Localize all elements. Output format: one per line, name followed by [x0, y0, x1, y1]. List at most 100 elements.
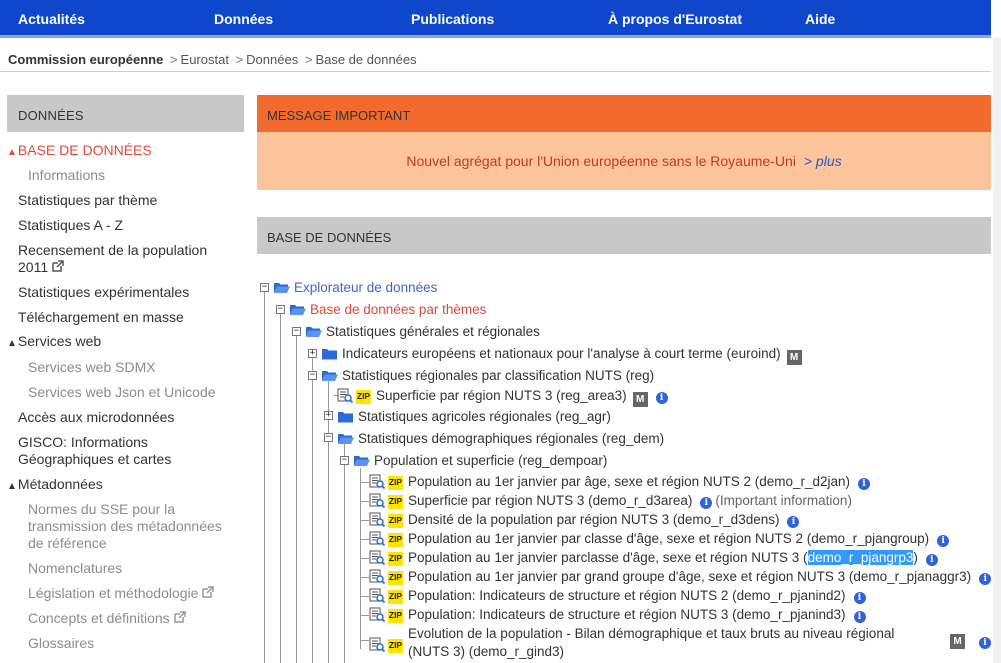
sidebar-item-gisco[interactable]: GISCO: Informations — [18, 434, 148, 451]
dataset-gind3[interactable]: ZIP Evolution de la population - Bilan dé… — [369, 625, 894, 661]
sidebar-item-services-web[interactable]: ▲Services web — [7, 333, 101, 352]
sidebar-item-experimentales[interactable]: Statistiques expérimentales — [18, 284, 189, 301]
tree-node-explorer[interactable]: Explorateur de données — [273, 279, 437, 297]
sidebar-item-recensement-cont[interactable]: 2011 — [18, 259, 64, 276]
collapse-toggle[interactable]: − — [308, 371, 317, 380]
breadcrumb-divider — [0, 71, 991, 72]
zip-download-icon[interactable]: ZIP — [388, 590, 403, 604]
info-icon[interactable]: i — [655, 392, 668, 404]
tree-guide — [344, 444, 345, 663]
breadcrumb-home[interactable]: Commission européenne — [8, 52, 163, 67]
vertical-scrollbar[interactable] — [993, 38, 1001, 663]
sidebar-item-sdmx[interactable]: Services web SDMX — [28, 359, 156, 376]
info-icon[interactable]: i — [700, 497, 713, 509]
expand-toggle[interactable]: + — [308, 349, 317, 358]
dataset-pjanind2[interactable]: ZIP Population: Indicateurs de structure … — [369, 587, 866, 605]
dataset-d2jan[interactable]: ZIP Population au 1er janvier par âge, se… — [369, 473, 871, 491]
caret-up-icon: ▲ — [7, 481, 17, 492]
collapse-toggle[interactable]: − — [260, 283, 269, 292]
folder-closed-icon — [338, 412, 353, 423]
breadcrumb-eurostat[interactable]: Eurostat — [181, 52, 229, 67]
tree-node-by-theme[interactable]: Base de données par thèmes — [289, 301, 486, 319]
breadcrumb-donnees[interactable]: Données — [246, 52, 298, 67]
nav-aide[interactable]: Aide — [805, 11, 835, 27]
sidebar-item-stat-theme[interactable]: Statistiques par thème — [18, 192, 157, 209]
metadata-icon[interactable]: M — [632, 392, 648, 407]
dataset-d3area[interactable]: ZIP Superficie par région NUTS 3 (demo_r_… — [369, 492, 852, 510]
sidebar-item-metadonnees[interactable]: ▲Métadonnées — [7, 476, 103, 495]
tree-node-label: Superficie par région NUTS 3 (demo_r_d3a… — [408, 493, 693, 508]
tree-node-reg-dem[interactable]: Statistiques démographiques régionales (… — [337, 430, 664, 448]
dataset-d3dens[interactable]: ZIP Densité de la population par région N… — [369, 511, 800, 529]
dataset-icon — [369, 512, 385, 527]
info-icon[interactable]: i — [979, 637, 991, 649]
collapse-toggle[interactable]: − — [324, 433, 333, 442]
nav-publications[interactable]: Publications — [411, 11, 494, 27]
metadata-icon[interactable]: M — [786, 350, 802, 365]
tree-node-reg-agr[interactable]: Statistiques agricoles régionales (reg_a… — [337, 408, 611, 426]
dataset-pjangrp3[interactable]: ZIP Population au 1er janvier parclasse d… — [369, 549, 938, 567]
zip-download-icon[interactable]: ZIP — [356, 390, 371, 404]
dataset-pjangroup[interactable]: ZIP Population au 1er janvier par classe … — [369, 530, 950, 548]
nav-a-propos[interactable]: À propos d'Eurostat — [608, 11, 742, 27]
sidebar-item-normes-cont2[interactable]: de référence — [28, 535, 107, 552]
info-icon[interactable]: i — [787, 516, 800, 528]
tree-node-general[interactable]: Statistiques générales et régionales — [305, 323, 540, 341]
breadcrumb-base[interactable]: Base de données — [315, 52, 416, 67]
folder-open-icon — [290, 305, 306, 315]
sidebar-item-label: Législation et méthodologie — [28, 585, 199, 601]
collapse-toggle[interactable]: − — [340, 456, 349, 465]
sidebar-item-microdonnees[interactable]: Accès aux microdonnées — [18, 409, 174, 426]
zip-download-icon[interactable]: ZIP — [388, 639, 403, 653]
sidebar-item-gisco-cont[interactable]: Géographiques et cartes — [18, 451, 171, 468]
sidebar-item-legislation[interactable]: Législation et méthodologie — [28, 585, 215, 602]
dataset-icon — [369, 550, 385, 565]
tree-node-label: Explorateur de données — [294, 280, 438, 295]
tree-node-label: Population au 1er janvier par âge, sexe … — [408, 474, 851, 489]
info-icon[interactable]: i — [979, 573, 992, 585]
sidebar-item-normes-cont[interactable]: transmission des métadonnées — [28, 518, 222, 535]
collapse-toggle[interactable]: − — [292, 327, 301, 336]
zip-download-icon[interactable]: ZIP — [388, 476, 403, 490]
zip-download-icon[interactable]: ZIP — [388, 533, 403, 547]
expand-toggle[interactable]: + — [324, 411, 333, 420]
tree-node-label: Superficie par région NUTS 3 (reg_area3) — [376, 388, 627, 403]
nav-donnees[interactable]: Données — [214, 11, 273, 27]
folder-open-icon — [274, 283, 290, 293]
zip-download-icon[interactable]: ZIP — [388, 495, 403, 509]
sidebar-item-json[interactable]: Services web Json et Unicode — [28, 384, 216, 401]
sidebar-item-stat-az[interactable]: Statistiques A - Z — [18, 217, 123, 234]
info-icon[interactable]: i — [937, 535, 950, 547]
tree-node-reg[interactable]: Statistiques régionales par classificati… — [321, 367, 654, 385]
more-link[interactable]: > plus — [804, 153, 842, 169]
dataset-pjanaggr3[interactable]: ZIP Population au 1er janvier par grand g… — [369, 568, 992, 586]
metadata-icon[interactable]: M — [950, 634, 965, 649]
zip-download-icon[interactable]: ZIP — [388, 552, 403, 566]
sidebar-item-informations[interactable]: Informations — [28, 167, 105, 184]
tree-node-euroind[interactable]: Indicateurs européens et nationaux pour … — [321, 345, 802, 365]
sidebar-item-recensement[interactable]: Recensement de la population — [18, 242, 207, 259]
tree-guide — [361, 520, 369, 521]
info-icon[interactable]: i — [925, 554, 938, 566]
info-icon[interactable]: i — [853, 611, 866, 623]
sidebar-item-glossaires[interactable]: Glossaires — [28, 635, 94, 652]
tree-node-reg-dempoar[interactable]: Population et superficie (reg_dempoar) — [353, 452, 607, 470]
nav-actualites[interactable]: Actualités — [18, 11, 85, 27]
collapse-toggle[interactable]: − — [276, 305, 285, 314]
zip-download-icon[interactable]: ZIP — [388, 571, 403, 585]
zip-download-icon[interactable]: ZIP — [388, 514, 403, 528]
zip-download-icon[interactable]: ZIP — [388, 609, 403, 623]
info-icon[interactable]: i — [853, 592, 866, 604]
sidebar-item-nomenclatures[interactable]: Nomenclatures — [28, 560, 122, 577]
sidebar-item-concepts[interactable]: Concepts et définitions — [28, 610, 186, 627]
sidebar-item-telechargement[interactable]: Téléchargement en masse — [18, 309, 184, 326]
info-icon[interactable]: i — [858, 478, 871, 490]
tree-node-label: Densité de la population par région NUTS… — [408, 512, 780, 527]
tree-guide — [361, 615, 369, 616]
tree-guide — [328, 380, 329, 663]
sidebar-item-normes[interactable]: Normes du SSE pour la — [28, 501, 175, 518]
sidebar-item-base[interactable]: ▲BASE DE DONNÉES — [7, 142, 152, 161]
selected-dataset-code[interactable]: demo_r_pjangrp3 — [807, 550, 914, 565]
dataset-pjanind3[interactable]: ZIP Population: Indicateurs de structure … — [369, 606, 866, 624]
tree-node-reg-area3[interactable]: ZIP Superficie par région NUTS 3 (reg_are… — [337, 387, 668, 407]
